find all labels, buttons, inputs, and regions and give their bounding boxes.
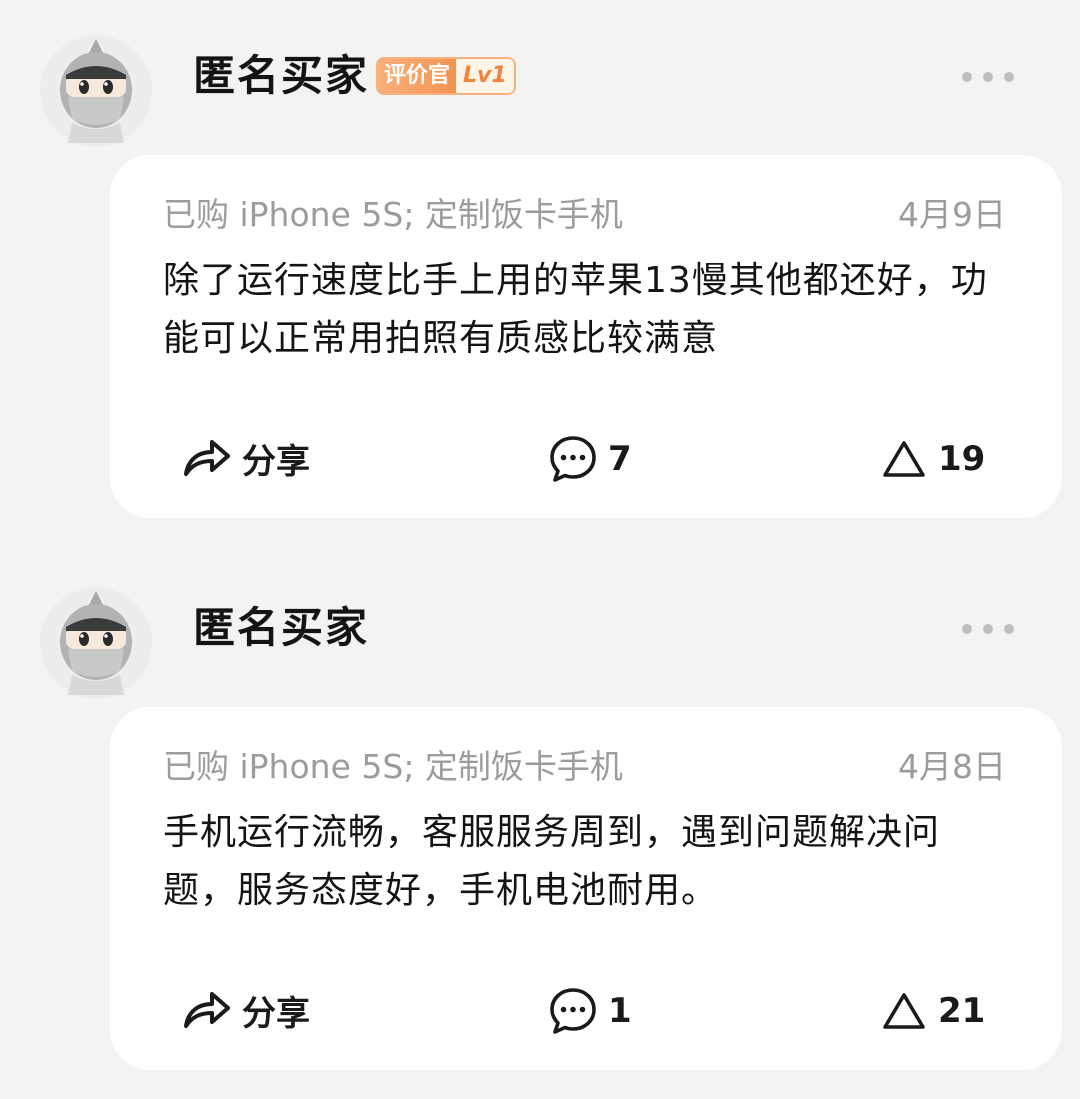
username[interactable]: 匿名买家 — [193, 600, 369, 656]
badge-title: 评价官 — [378, 59, 457, 93]
share-button[interactable]: 分享 — [180, 985, 310, 1035]
review-content[interactable]: 除了运行速度比手上用的苹果13慢其他都还好，功能可以正常用拍照有质感比较满意 — [163, 252, 1013, 368]
review-date: 4月9日 — [898, 195, 1006, 234]
comment-count: 1 — [608, 991, 632, 1031]
share-label: 分享 — [242, 441, 310, 482]
share-label: 分享 — [242, 993, 310, 1034]
comment-button[interactable]: 7 — [548, 433, 632, 485]
purchase-info: 已购 iPhone 5S; 定制饭卡手机 — [163, 747, 623, 786]
reviewer-badge: 评价官 Lv1 — [376, 57, 516, 95]
like-button[interactable]: 21 — [882, 985, 985, 1037]
review-card: 已购 iPhone 5S; 定制饭卡手机 4月9日 除了运行速度比手上用的苹果1… — [110, 155, 1062, 518]
anonymous-avatar-icon[interactable] — [40, 35, 152, 147]
more-dot-icon — [983, 72, 993, 82]
comment-count: 7 — [608, 439, 632, 479]
review-feed: 匿名买家 评价官 Lv1 已购 iPhone 5S; 定制饭卡手机 4月9日 除… — [0, 0, 1080, 1099]
triangle-like-icon — [883, 993, 925, 1029]
review-date: 4月8日 — [898, 747, 1006, 786]
share-arrow-icon — [184, 992, 230, 1028]
more-options-button[interactable] — [962, 64, 1014, 90]
purchase-info: 已购 iPhone 5S; 定制饭卡手机 — [163, 195, 623, 234]
badge-level: Lv1 — [456, 59, 514, 93]
username[interactable]: 匿名买家 — [193, 48, 369, 104]
anonymous-avatar-icon[interactable] — [40, 587, 152, 699]
review-content[interactable]: 手机运行流畅，客服服务周到，遇到问题解决问题，服务态度好，手机电池耐用。 — [163, 804, 1013, 920]
comment-bubble-icon — [550, 988, 596, 1034]
like-count: 21 — [938, 991, 986, 1031]
more-options-button[interactable] — [962, 616, 1014, 642]
more-dot-icon — [962, 624, 972, 634]
more-dot-icon — [1004, 72, 1014, 82]
more-dot-icon — [983, 624, 993, 634]
like-button[interactable]: 19 — [882, 433, 985, 485]
comment-bubble-icon — [550, 436, 596, 482]
share-arrow-icon — [184, 440, 230, 476]
like-count: 19 — [938, 439, 986, 479]
comment-button[interactable]: 1 — [548, 985, 632, 1037]
review-card: 已购 iPhone 5S; 定制饭卡手机 4月8日 手机运行流畅，客服服务周到，… — [110, 707, 1062, 1070]
more-dot-icon — [962, 72, 972, 82]
share-button[interactable]: 分享 — [180, 433, 310, 483]
triangle-like-icon — [883, 441, 925, 477]
more-dot-icon — [1004, 624, 1014, 634]
